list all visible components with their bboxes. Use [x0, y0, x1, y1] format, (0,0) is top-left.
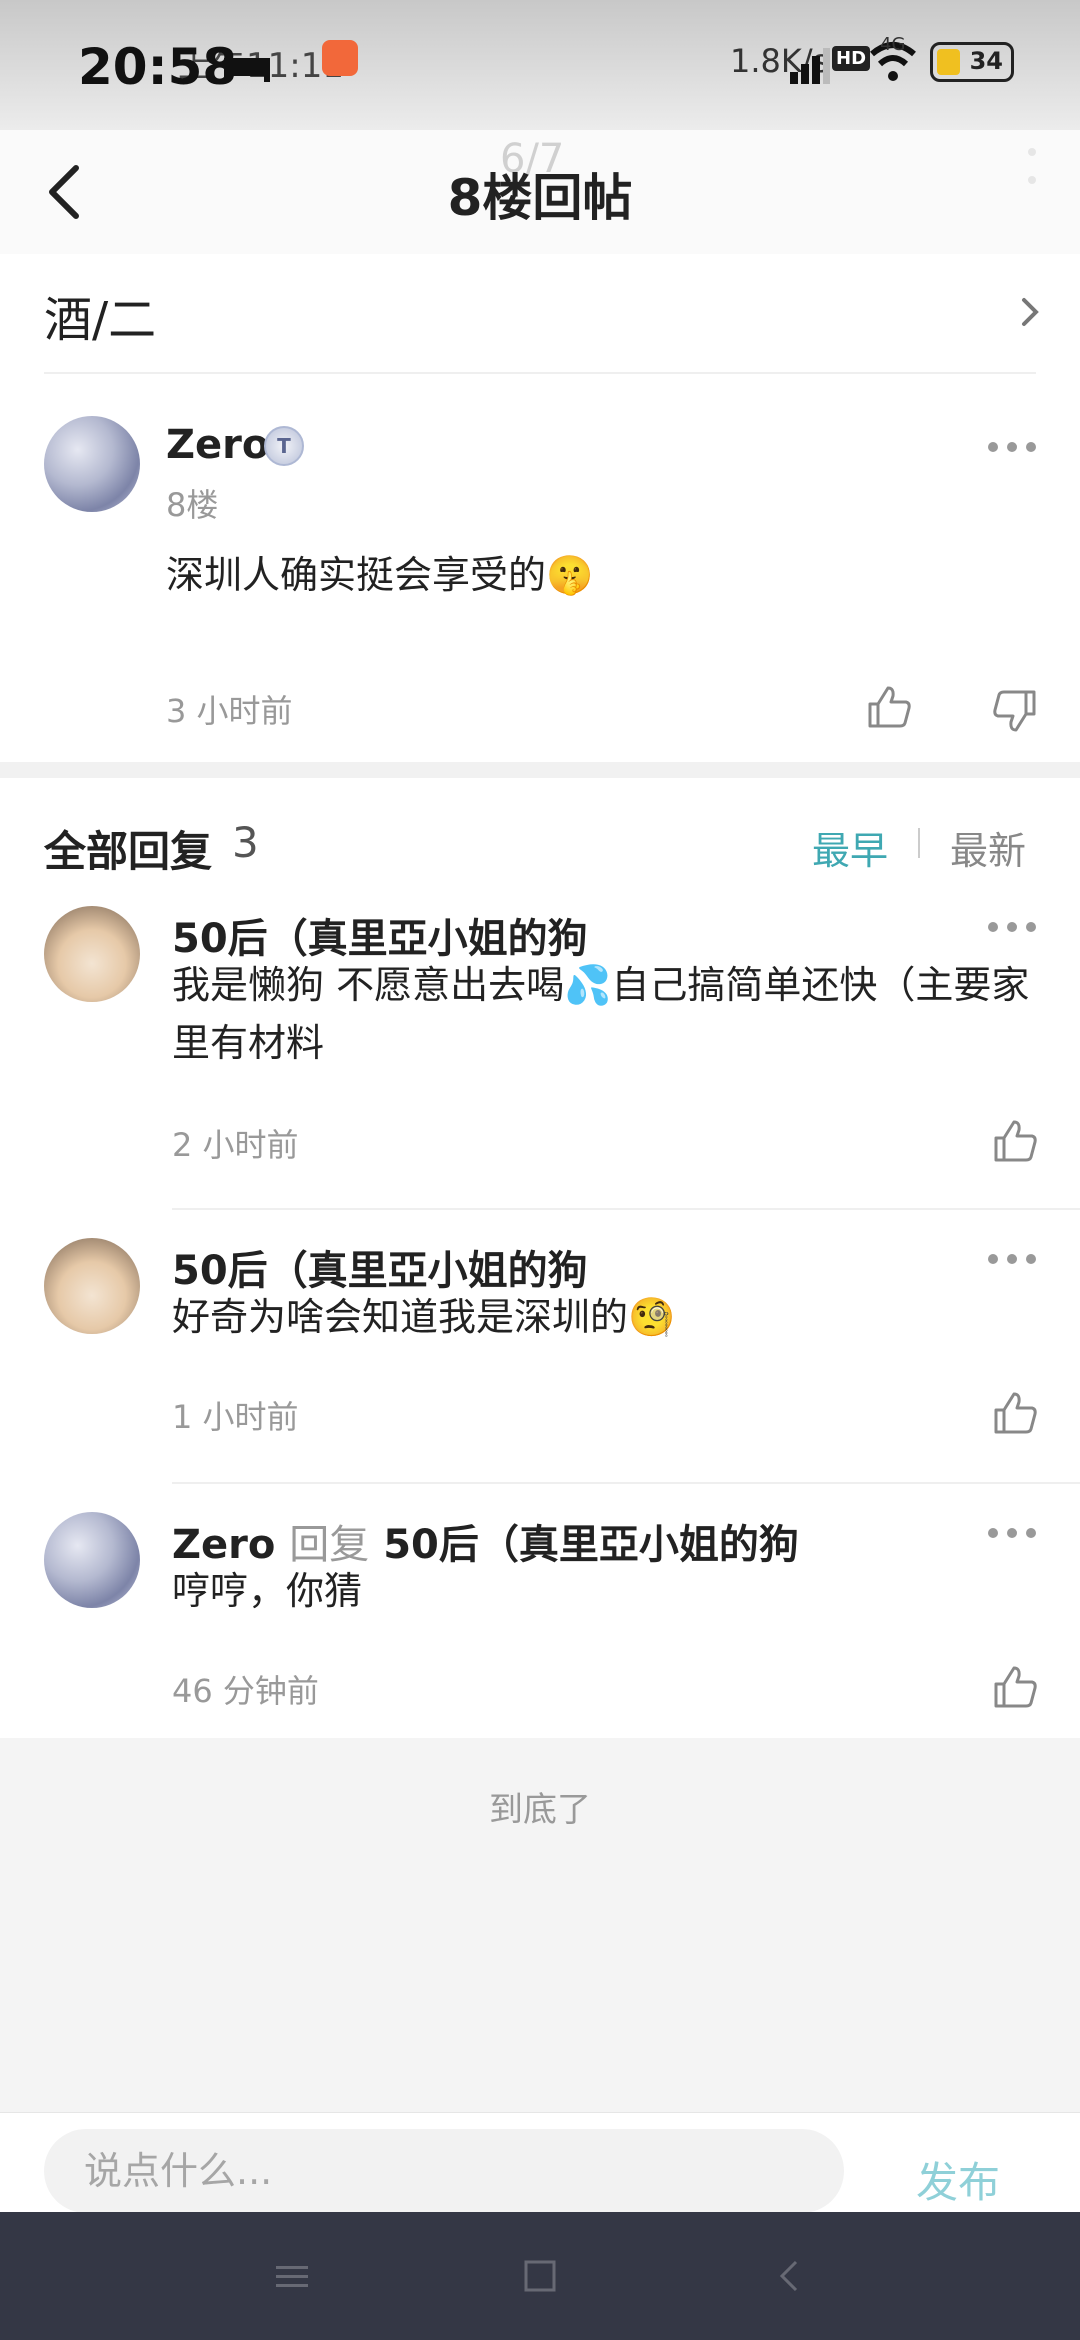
- reply-content: 哼哼，你猜: [172, 1569, 363, 1613]
- hd-badge: HD: [832, 46, 871, 71]
- chevron-right-icon: [1022, 298, 1039, 326]
- menu-icon[interactable]: [272, 2256, 312, 2296]
- bed-icon: [224, 58, 270, 82]
- more-icon[interactable]: [986, 1252, 1038, 1266]
- avatar[interactable]: [44, 416, 140, 512]
- more-icon[interactable]: [986, 440, 1038, 454]
- back-icon[interactable]: [770, 2256, 810, 2296]
- replies-count: 3: [232, 818, 259, 867]
- sort-newest-tab[interactable]: 最新: [950, 820, 1026, 875]
- thumbs-up-icon[interactable]: [864, 682, 914, 732]
- forum-link-row[interactable]: 酒/二: [0, 254, 1080, 372]
- avatar[interactable]: [44, 1238, 140, 1334]
- thumbs-down-icon[interactable]: [990, 686, 1040, 736]
- post-floor: 8楼: [166, 486, 219, 524]
- reply-time: 1 小时前: [172, 1398, 299, 1436]
- page-title: 8楼回帖: [447, 169, 633, 227]
- more-vertical-icon[interactable]: [1020, 146, 1044, 186]
- post-author[interactable]: Zero: [166, 422, 269, 468]
- divider: [44, 372, 1036, 374]
- thumbs-up-icon[interactable]: [990, 1116, 1040, 1166]
- status-time: 20:58: [78, 38, 238, 96]
- app-notification-icon: [322, 40, 358, 76]
- reply-content: 我是懒狗 不愿意出去喝💦自己搞简单还快（主要家里有材料: [172, 963, 1030, 1065]
- divider: [172, 1482, 1080, 1484]
- reply-content: 好奇为啥会知道我是深圳的🧐: [172, 1295, 676, 1339]
- replies-section: 全部回复 3 最早 最新 50后（真里亞小姐的狗 我是懒狗 不愿意出去喝💦自己搞…: [0, 778, 1080, 1738]
- system-nav-bar: [0, 2212, 1080, 2340]
- replies-title: 全部回复: [44, 827, 213, 876]
- top-header: 6/7 8楼回帖: [0, 130, 1080, 255]
- battery-icon: 34: [930, 42, 1014, 82]
- post-content: 深圳人确实挺会享受的🤫: [166, 553, 594, 597]
- sort-divider: [918, 828, 920, 858]
- more-icon[interactable]: [986, 1526, 1038, 1540]
- end-of-list-note: 到底了: [489, 1790, 591, 1830]
- forum-name: 酒/二: [44, 292, 157, 348]
- post-time: 3 小时前: [166, 692, 293, 730]
- home-icon[interactable]: [520, 2256, 560, 2296]
- reply-time: 2 小时前: [172, 1126, 299, 1164]
- avatar[interactable]: [44, 906, 140, 1002]
- reply-time: 46 分钟前: [172, 1672, 319, 1710]
- sort-earliest-tab[interactable]: 最早: [812, 820, 888, 875]
- thumbs-up-icon[interactable]: [990, 1388, 1040, 1438]
- signal-icon: [790, 48, 830, 84]
- comment-input[interactable]: [44, 2129, 844, 2213]
- comment-bar: 发布: [0, 2112, 1080, 2213]
- reply-to-user[interactable]: 50后（真里亞小姐的狗: [383, 1522, 799, 1568]
- avatar[interactable]: [44, 1512, 140, 1608]
- status-bar: 上午11:11 20:58 1.8K/s HD 4G 34: [0, 0, 1080, 130]
- thumbs-up-icon[interactable]: [990, 1662, 1040, 1712]
- divider: [172, 1208, 1080, 1210]
- main-post-card: 酒/二 Zero T 8楼 深圳人确实挺会享受的🤫 3 小时前: [0, 254, 1080, 762]
- section-gap: [0, 762, 1080, 778]
- battery-level: 34: [969, 47, 1003, 75]
- level-badge: T: [264, 426, 304, 466]
- publish-button[interactable]: 发布: [916, 2149, 1000, 2210]
- network-type: 4G: [880, 34, 906, 55]
- more-icon[interactable]: [986, 920, 1038, 934]
